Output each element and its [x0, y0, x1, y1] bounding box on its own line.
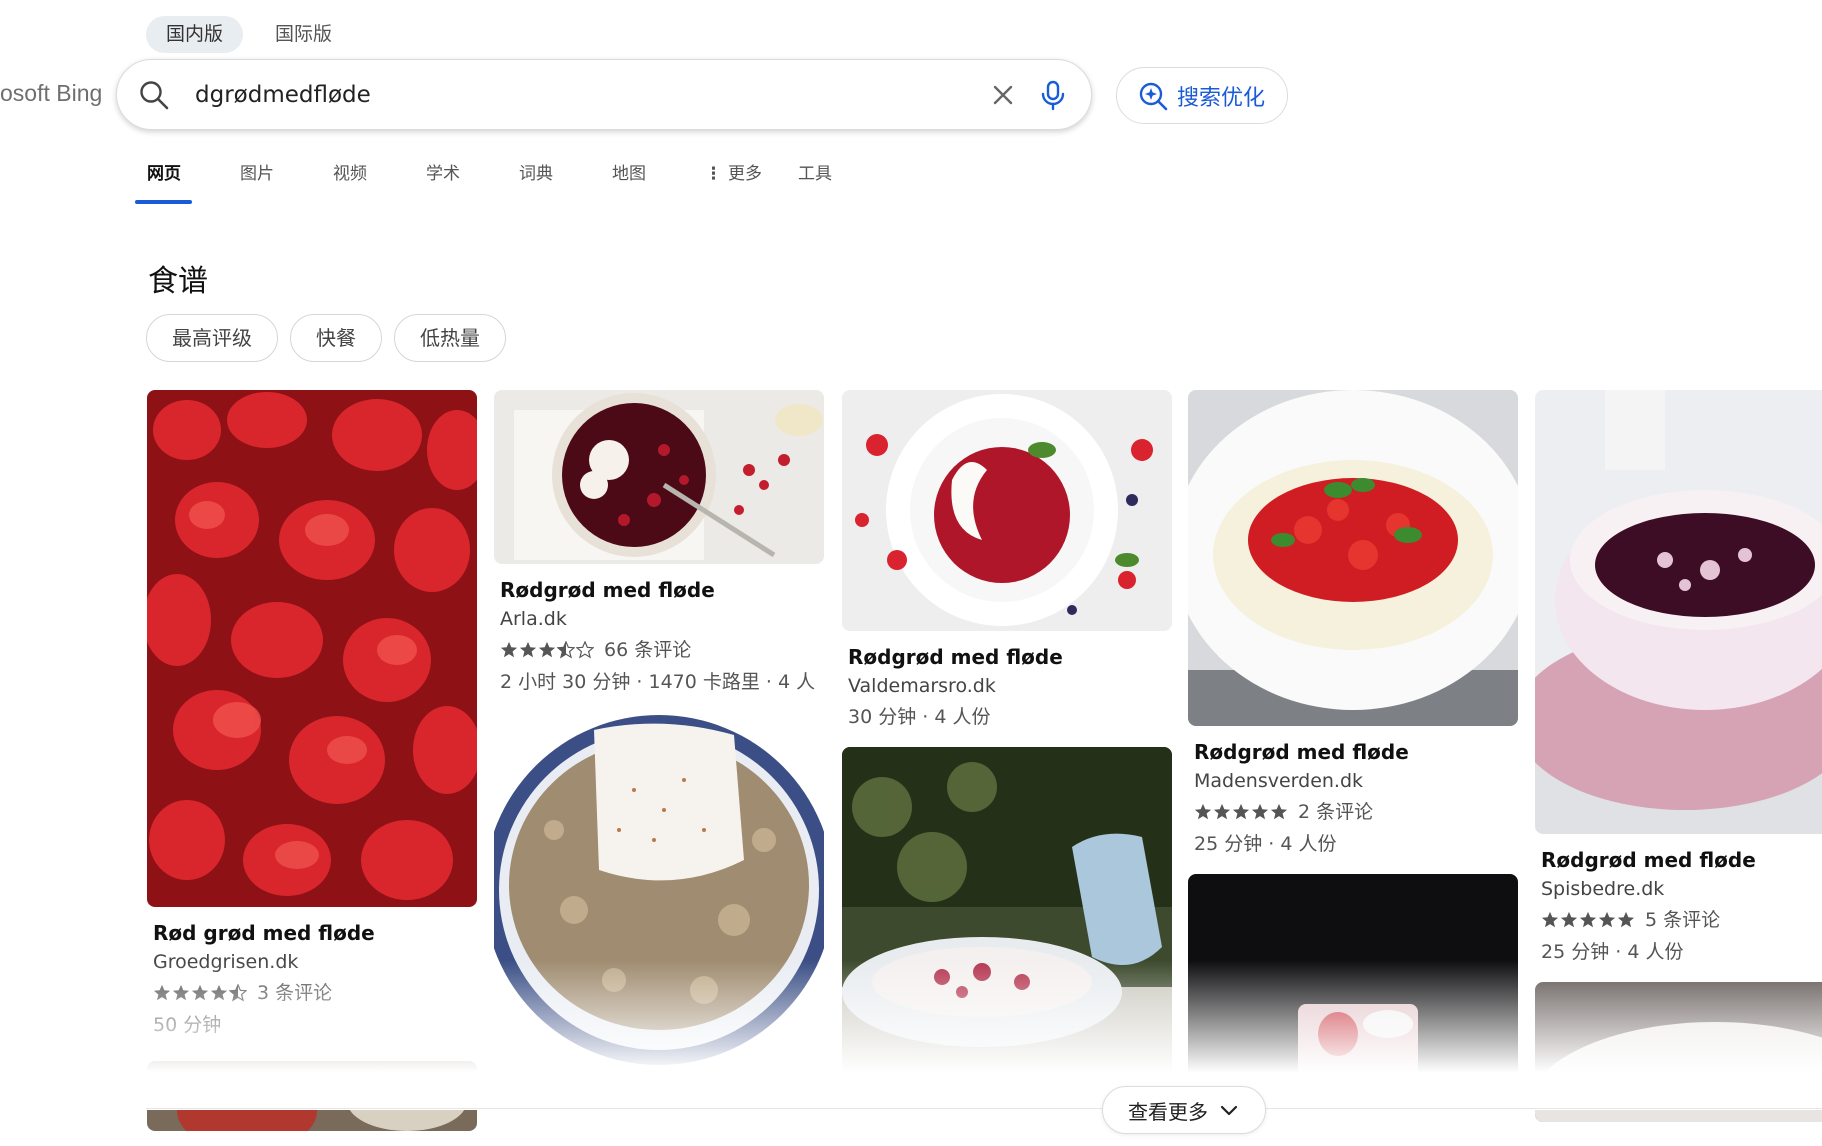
search-optimize-button[interactable]: 搜索优化: [1116, 67, 1288, 124]
bing-results-page: 国内版 国际版 osoft Bing 搜索优化 网页 图片 视频: [0, 0, 1822, 1146]
recipe-info: 25 分钟 · 4 人份: [1541, 941, 1684, 963]
search-sparkle-icon: [1139, 82, 1168, 110]
recipe-card[interactable]: Rødgrød med fløde Valdemarsro.dk 30 分钟 ·…: [842, 390, 1172, 1107]
star-rating-icon: [500, 641, 594, 659]
recipe-title[interactable]: Rødgrød med fløde: [1541, 846, 1822, 874]
search-input[interactable]: [195, 78, 1055, 112]
recipe-source: Arla.dk: [500, 608, 567, 630]
recipe-rating: 2 条评论: [1194, 796, 1518, 828]
star-rating-icon: [1194, 803, 1288, 821]
tab-more[interactable]: ⋮ 更多: [688, 158, 781, 206]
recipe-photo-pink-bowl[interactable]: [1535, 390, 1822, 834]
recipe-photo-oatmeal[interactable]: [494, 710, 824, 1100]
see-more-button[interactable]: 查看更多: [1102, 1086, 1266, 1134]
filter-top-rated[interactable]: 最高评级: [146, 314, 278, 362]
tab-videos[interactable]: 视频: [316, 158, 409, 206]
see-more-label: 查看更多: [1128, 1099, 1208, 1124]
tab-more-label: 更多: [728, 164, 762, 184]
chevron-down-icon: [1220, 1105, 1238, 1116]
recipe-info: 50 分钟: [153, 1014, 222, 1036]
recipe-title[interactable]: Rødgrød med fløde: [848, 643, 1172, 671]
recipe-source: Spisbedre.dk: [1541, 878, 1665, 900]
recipe-title[interactable]: Rødgrød med fløde: [1194, 738, 1518, 766]
recipe-card[interactable]: Rødgrød med fløde Arla.dk 66 条评论 2 小时 30…: [494, 390, 824, 1100]
tab-international[interactable]: 国际版: [255, 16, 352, 53]
star-rating-icon: [1541, 911, 1635, 929]
recipe-card[interactable]: Rødgrød med fløde Spisbedre.dk 5 条评论 25 …: [1535, 390, 1822, 1122]
recipe-photo-berry-porridge-bowl[interactable]: [494, 390, 824, 564]
recipe-filters: 最高评级 快餐 低热量: [146, 314, 506, 362]
recipe-rating: 5 条评论: [1541, 904, 1822, 936]
tab-images[interactable]: 图片: [223, 158, 316, 206]
recipes-title: 食谱: [148, 264, 208, 299]
filter-low-calorie[interactable]: 低热量: [394, 314, 506, 362]
recipe-photo-strawberries[interactable]: [147, 390, 477, 907]
recipe-photo-rice-pudding[interactable]: [1188, 390, 1518, 726]
clear-icon[interactable]: [985, 77, 1021, 113]
tab-academic[interactable]: 学术: [409, 158, 502, 206]
recipe-reviews: 66 条评论: [604, 639, 692, 661]
search-optimize-label: 搜索优化: [1177, 85, 1266, 111]
recipe-title[interactable]: Rødgrød med fløde: [500, 576, 824, 604]
star-rating-icon: [153, 984, 247, 1002]
recipe-reviews: 2 条评论: [1298, 801, 1374, 823]
tab-dictionary[interactable]: 词典: [502, 158, 595, 206]
scope-nav: 网页 图片 视频 学术 词典 地图 ⋮ 更多 工具: [130, 158, 874, 206]
region-tabs: 国内版 国际版: [146, 16, 352, 53]
tab-domestic[interactable]: 国内版: [146, 16, 244, 53]
recipe-photo-partial[interactable]: [147, 1061, 477, 1131]
recipe-photo-partial[interactable]: [1535, 982, 1822, 1122]
recipe-source: Madensverden.dk: [1194, 770, 1364, 792]
recipe-reviews: 5 条评论: [1645, 909, 1721, 931]
recipe-source: Groedgrisen.dk: [153, 951, 299, 973]
divider: [146, 1108, 1822, 1109]
recipe-title[interactable]: Rød grød med fløde: [153, 919, 477, 947]
recipe-info: 2 小时 30 分钟 · 1470 卡路里 · 4 人: [500, 671, 816, 693]
recipe-rating: 3 条评论: [153, 977, 477, 1009]
recipe-photo-berry-plate[interactable]: [842, 390, 1172, 631]
recipe-photo-drink[interactable]: [1188, 874, 1518, 1104]
recipe-card[interactable]: Rødgrød med fløde Madensverden.dk 2 条评论 …: [1188, 390, 1518, 1104]
recipe-card[interactable]: Rød grød med fløde Groedgrisen.dk 3 条评论 …: [147, 390, 477, 1131]
tab-web[interactable]: 网页: [130, 158, 223, 206]
recipe-reviews: 3 条评论: [257, 982, 333, 1004]
recipe-rating: 66 条评论: [500, 634, 824, 666]
tab-maps[interactable]: 地图: [595, 158, 688, 206]
more-vertical-icon: ⋮: [705, 164, 722, 184]
filter-quick[interactable]: 快餐: [290, 314, 382, 362]
recipe-photo-glass-bowl[interactable]: [842, 747, 1172, 1107]
search-box: [116, 59, 1092, 130]
recipe-source: Valdemarsro.dk: [848, 675, 996, 697]
recipe-info: 30 分钟 · 4 人份: [848, 706, 991, 728]
bing-logo[interactable]: osoft Bing: [0, 80, 102, 107]
tab-tools[interactable]: 工具: [781, 158, 874, 206]
search-icon[interactable]: [137, 78, 171, 112]
recipe-info: 25 分钟 · 4 人份: [1194, 833, 1337, 855]
microphone-icon[interactable]: [1033, 75, 1073, 115]
